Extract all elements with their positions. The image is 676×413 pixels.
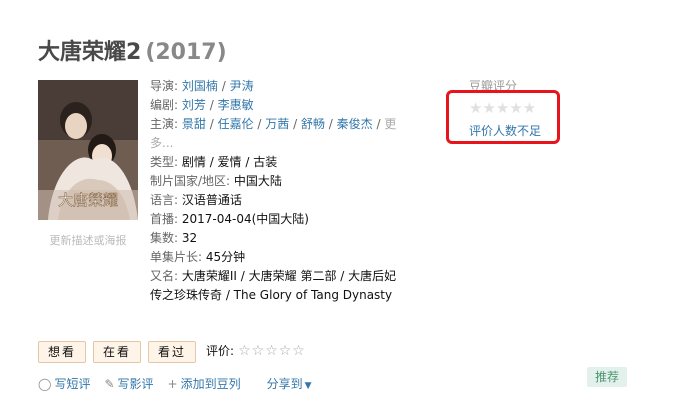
recommend-button[interactable]: 推荐	[587, 367, 627, 387]
page-title: 大唐荣耀2 (2017)	[38, 34, 227, 66]
country-row: 制片国家/地区: 中国大陆	[150, 172, 400, 191]
review-link[interactable]: ✎ 写影评	[104, 375, 153, 392]
short-review-label: 写短评	[54, 377, 91, 391]
cast-link[interactable]: 万茜	[265, 117, 289, 131]
genre-label: 类型:	[150, 155, 179, 169]
add-to-list-link[interactable]: + 添加到豆列	[168, 375, 241, 392]
watched-button[interactable]: 看过	[148, 341, 197, 363]
movie-title: 大唐荣耀2	[38, 40, 142, 65]
bottom-links: ◯ 写短评 ✎ 写影评 + 添加到豆列 分享到 ▼	[38, 375, 326, 392]
country-value: 中国大陆	[233, 174, 282, 188]
plus-icon: +	[167, 377, 178, 391]
cast-row: 主演: 景甜 / 任嘉伦 / 万茜 / 舒畅 / 秦俊杰 / 更多...	[150, 117, 397, 150]
director-link[interactable]: 刘国楠	[182, 79, 218, 93]
genre-value: 剧情 / 爱情 / 古装	[181, 155, 278, 169]
cast-link[interactable]: 舒畅	[301, 117, 325, 131]
runtime-value: 45分钟	[205, 250, 246, 264]
genre-row: 类型: 剧情 / 爱情 / 古装	[150, 153, 400, 172]
pencil-icon: ✎	[104, 377, 115, 391]
update-poster-link[interactable]: 更新描述或海报	[38, 232, 138, 248]
language-label: 语言:	[150, 193, 179, 207]
runtime-label: 单集片长:	[150, 250, 203, 264]
aka-value: 大唐荣耀II / 大唐荣耀 第二部 / 大唐后妃传之珍珠传奇 / The Glo…	[150, 269, 397, 302]
release-value: 2017-04-04(中国大陆)	[181, 212, 309, 226]
poster-overlay-text: 大唐榮耀	[58, 191, 118, 209]
want-to-watch-button[interactable]: 想看	[38, 341, 87, 363]
writer-link[interactable]: 李惠敏	[218, 98, 254, 112]
interest-actions: 想看 在看 看过 评价: ☆☆☆☆☆	[38, 341, 306, 363]
cast-label: 主演:	[150, 117, 179, 131]
director-row: 导演: 刘国楠 / 尹涛	[150, 79, 254, 93]
language-row: 语言: 汉语普通话	[150, 191, 400, 210]
short-review-link[interactable]: ◯ 写短评	[38, 375, 90, 392]
writer-link[interactable]: 刘芳	[182, 98, 206, 112]
movie-info: 导演: 刘国楠 / 尹涛 编剧: 刘芳 / 李惠敏 主演: 景甜 / 任嘉伦 /…	[150, 77, 400, 305]
poster-artwork: 大唐榮耀	[38, 80, 138, 220]
writer-row: 编剧: 刘芳 / 李惠敏	[150, 98, 254, 112]
cast-link[interactable]: 秦俊杰	[337, 117, 373, 131]
review-label: 写影评	[117, 377, 154, 391]
add-list-label: 添加到豆列	[180, 377, 241, 391]
aka-row: 又名: 大唐荣耀II / 大唐荣耀 第二部 / 大唐后妃传之珍珠传奇 / The…	[150, 267, 400, 305]
poster-image[interactable]: 大唐榮耀	[38, 80, 138, 220]
share-link[interactable]: 分享到 ▼	[267, 375, 312, 392]
director-label: 导演:	[150, 79, 179, 93]
share-label: 分享到	[266, 377, 303, 391]
language-value: 汉语普通话	[181, 193, 242, 207]
episodes-row: 集数: 32	[150, 229, 400, 248]
rate-stars-icon[interactable]: ☆☆☆☆☆	[238, 341, 306, 361]
speech-bubble-icon: ◯	[38, 377, 52, 391]
movie-year: (2017)	[145, 40, 227, 65]
episodes-value: 32	[181, 231, 198, 245]
watching-button[interactable]: 在看	[93, 341, 142, 363]
release-label: 首播:	[150, 212, 179, 226]
release-row: 首播: 2017-04-04(中国大陆)	[150, 210, 400, 229]
rating-highlight-box	[446, 90, 560, 144]
runtime-row: 单集片长: 45分钟	[150, 248, 400, 267]
episodes-label: 集数:	[150, 231, 179, 245]
aka-label: 又名:	[150, 269, 179, 283]
country-label: 制片国家/地区:	[150, 174, 231, 188]
cast-link[interactable]: 任嘉伦	[218, 117, 254, 131]
cast-link[interactable]: 景甜	[182, 117, 206, 131]
writer-label: 编剧:	[150, 98, 179, 112]
rate-label: 评价:	[206, 344, 235, 358]
director-link[interactable]: 尹涛	[230, 79, 254, 93]
chevron-down-icon: ▼	[304, 381, 312, 391]
